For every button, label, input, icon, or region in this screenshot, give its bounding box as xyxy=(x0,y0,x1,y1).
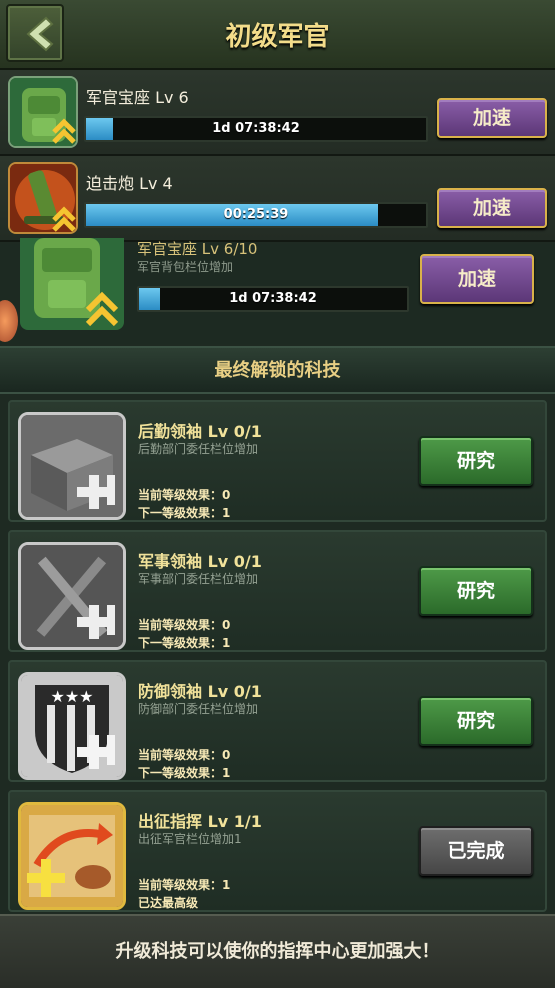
tech-desc: 防御部门委任栏位增加 xyxy=(138,702,259,716)
queue-label: 军官宝座 Lv 6 xyxy=(86,88,189,107)
tech-card: 出征指挥 Lv 1/1 出征军官栏位增加1 当前等级效果：1 已达最高级 已完成 xyxy=(8,790,547,912)
shield-stars-icon: ★★★ xyxy=(18,672,126,780)
tech-desc: 后勤部门委任栏位增加 xyxy=(138,442,259,456)
tech-current-effect: 当前等级效果：1 xyxy=(138,878,231,892)
backpack-icon xyxy=(20,238,124,330)
speedup-button[interactable]: 加速 xyxy=(437,98,547,138)
top-bar: 初级军官 xyxy=(0,0,555,70)
tech-next-effect: 已达最高级 xyxy=(138,896,199,910)
progress-time: 1d 07:38:42 xyxy=(229,291,317,306)
item-title: 军官宝座 Lv 6/10 xyxy=(137,240,258,258)
tech-next-effect: 下一等级效果：1 xyxy=(138,766,231,780)
tech-title: 后勤领袖 Lv 0/1 xyxy=(138,422,262,441)
completed-button[interactable]: 已完成 xyxy=(419,826,533,876)
research-button[interactable]: 研究 xyxy=(419,696,533,746)
tech-card: 后勤领袖 Lv 0/1 后勤部门委任栏位增加 当前等级效果：0 下一等级效果：1… xyxy=(8,400,547,522)
speedup-button[interactable]: 加速 xyxy=(420,254,534,304)
tech-current-effect: 当前等级效果：0 xyxy=(138,748,231,762)
tech-next-effect: 下一等级效果：1 xyxy=(138,506,231,520)
tech-next-effect: 下一等级效果：1 xyxy=(138,636,231,650)
tech-current-effect: 当前等级效果：0 xyxy=(138,488,231,502)
tech-title: 出征指挥 Lv 1/1 xyxy=(138,812,262,831)
tech-title: 防御领袖 Lv 0/1 xyxy=(138,682,262,701)
progress-time: 00:25:39 xyxy=(223,207,289,222)
tech-current-effect: 当前等级效果：0 xyxy=(138,618,231,632)
crossed-rifles-icon xyxy=(18,542,126,650)
tech-title: 军事领袖 Lv 0/1 xyxy=(138,552,262,571)
queue-row: 军官宝座 Lv 6 1d 07:38:42 加速 xyxy=(0,70,555,156)
building-item: 军官宝座 Lv 6/10 军官背包栏位增加 1d 07:38:42 加速 xyxy=(0,238,555,344)
section-title: 最终解锁的科技 xyxy=(0,346,555,394)
map-plus-icon xyxy=(18,802,126,910)
queue-label: 迫击炮 Lv 4 xyxy=(86,174,173,193)
tech-desc: 军事部门委任栏位增加 xyxy=(138,572,259,586)
item-desc: 军官背包栏位增加 xyxy=(137,260,234,274)
speedup-button[interactable]: 加速 xyxy=(437,188,547,228)
footer-tip: 升级科技可以使你的指挥中心更加强大！ xyxy=(0,914,555,988)
progress-time: 1d 07:38:42 xyxy=(212,121,300,136)
tech-card: 军事领袖 Lv 0/1 军事部门委任栏位增加 当前等级效果：0 下一等级效果：1… xyxy=(8,530,547,652)
research-button[interactable]: 研究 xyxy=(419,566,533,616)
page-title: 初级军官 xyxy=(225,22,330,52)
tech-card: ★★★ 防御领袖 Lv 0/1 防御部门委任栏位增加 当前等级效果：0 下一等级… xyxy=(8,660,547,782)
queue-row: 迫击炮 Lv 4 00:25:39 加速 xyxy=(0,156,555,242)
crate-plus-icon xyxy=(18,412,126,520)
progress-bar: 1d 07:38:42 xyxy=(84,116,428,142)
backpack-icon xyxy=(8,76,78,148)
research-button[interactable]: 研究 xyxy=(419,436,533,486)
svg-text:★★★: ★★★ xyxy=(50,687,93,706)
progress-bar: 00:25:39 xyxy=(84,202,428,228)
progress-bar: 1d 07:38:42 xyxy=(137,286,409,312)
tech-desc: 出征军官栏位增加1 xyxy=(138,832,242,846)
mortar-icon xyxy=(8,162,78,234)
